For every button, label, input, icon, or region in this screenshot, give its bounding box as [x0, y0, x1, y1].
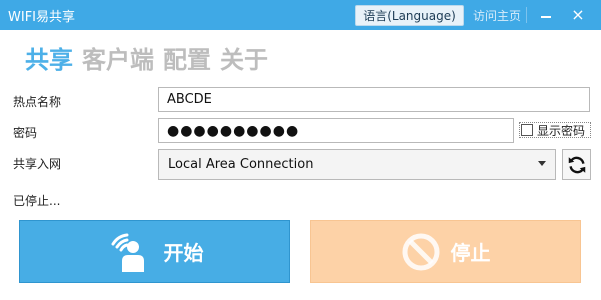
close-icon[interactable]: ×	[569, 6, 587, 24]
show-password-label: 显示密码	[537, 123, 586, 138]
tab-client[interactable]: 客户端	[82, 44, 154, 76]
status-text: 已停止...	[13, 194, 61, 208]
tab-about[interactable]: 关于	[220, 44, 268, 76]
refresh-button[interactable]	[562, 149, 591, 180]
share-network-label: 共享入网	[13, 157, 62, 171]
visit-homepage-link[interactable]: 访问主页	[473, 7, 521, 24]
password-input[interactable]: ●●●●●●●●●●	[158, 118, 514, 143]
password-label: 密码	[13, 126, 38, 140]
wifi-person-icon	[111, 233, 144, 272]
minimize-icon[interactable]	[537, 6, 555, 24]
titlebar-divider	[526, 7, 527, 23]
hotspot-name-input[interactable]: ABCDE	[158, 87, 590, 112]
stop-button[interactable]: 停止	[310, 220, 581, 283]
app-title: WIFI易共享	[8, 10, 75, 25]
start-label: 开始	[163, 241, 204, 265]
refresh-icon	[568, 156, 585, 173]
stop-icon	[402, 233, 439, 270]
stop-label: 停止	[450, 241, 491, 265]
tab-bar: 共享 客户端 配置 关于	[25, 44, 268, 76]
start-button[interactable]: 开始	[19, 220, 290, 283]
hotspot-name-label: 热点名称	[13, 95, 62, 109]
share-network-select[interactable]: Local Area Connection	[158, 149, 556, 180]
show-password-checkbox[interactable]: 显示密码	[519, 122, 591, 138]
language-button[interactable]: 语言(Language)	[355, 5, 464, 26]
tab-config[interactable]: 配置	[163, 44, 211, 76]
tab-share[interactable]: 共享	[25, 44, 73, 76]
checkbox-box[interactable]	[521, 124, 533, 136]
chevron-down-icon[interactable]	[538, 161, 546, 166]
title-bar: WIFI易共享 语言(Language) 访问主页 ×	[0, 0, 601, 30]
